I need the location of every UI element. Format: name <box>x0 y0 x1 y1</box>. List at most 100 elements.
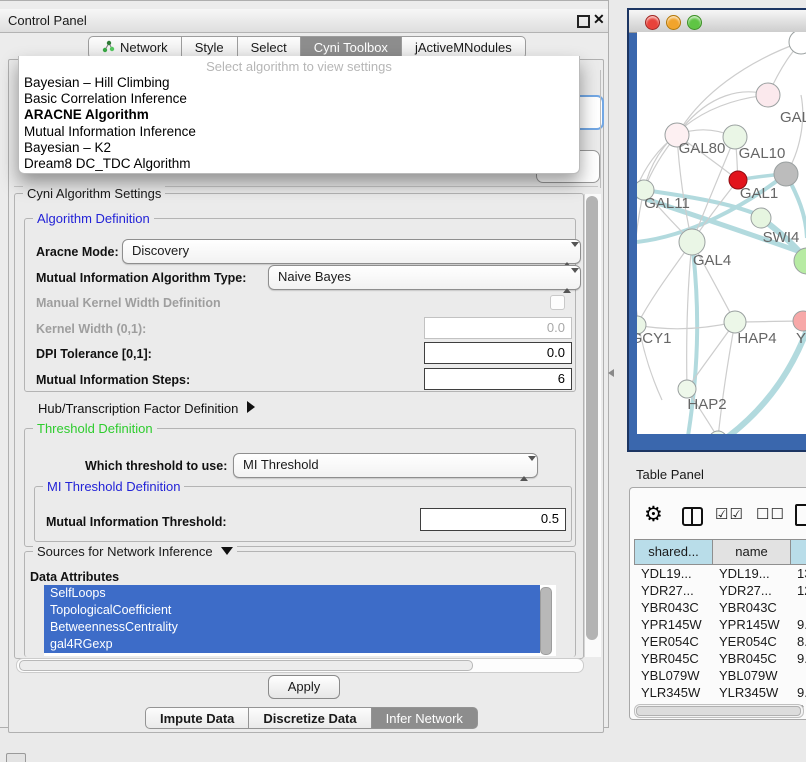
tab-label: Select <box>251 40 287 55</box>
mi-algorithm-type-value: Naive Bayes <box>278 269 351 284</box>
node-salmon[interactable] <box>793 311 806 331</box>
node-label-swi4: SWI4 <box>763 229 800 246</box>
mi-threshold-label: Mutual Information Threshold: <box>46 515 227 529</box>
float-window-icon[interactable] <box>577 15 590 28</box>
minimize-traffic-light-icon[interactable] <box>666 15 681 30</box>
network-canvas[interactable]: GALGAL80GAL10GAL1GAL11SWI4GAL4GCY1HAP4YH… <box>637 32 806 434</box>
attribute-betweennesscentrality[interactable]: BetweennessCentrality <box>44 619 540 636</box>
kernel-width-label: Kernel Width (0,1): <box>36 322 146 336</box>
aracne-mode-label: Aracne Mode: <box>36 245 119 259</box>
expand-right-icon[interactable] <box>247 401 255 413</box>
attribute-gal4rgexp[interactable]: gal4RGexp <box>44 636 540 653</box>
which-threshold-label: Which threshold to use: <box>85 459 227 473</box>
data-attributes-label: Data Attributes <box>30 570 119 584</box>
settings-scrollbar-thumb[interactable] <box>586 196 598 640</box>
dropdown-item-basic-correlation-inference[interactable]: Basic Correlation Inference <box>19 91 579 107</box>
settings-hscrollbar-thumb[interactable] <box>19 660 473 671</box>
dropdown-item-mutual-information-inference[interactable]: Mutual Information Inference <box>19 124 579 140</box>
which-threshold-combo[interactable]: MI Threshold <box>233 453 538 478</box>
apply-button[interactable]: Apply <box>268 675 340 699</box>
zoom-traffic-light-icon[interactable] <box>687 15 702 30</box>
table-cell: YBR045C <box>719 651 777 666</box>
table-row[interactable]: YDL19...YDL19...13 <box>634 565 806 582</box>
table-row[interactable]: YDR27...YDR27...12 <box>634 582 806 599</box>
data-attributes-list[interactable]: SelfLoopsTopologicalCoefficientBetweenne… <box>44 585 556 656</box>
node-label-gcy1: GCY1 <box>637 330 671 347</box>
attribute-list-scrollbar[interactable] <box>540 587 552 655</box>
table-cell: YPR145W <box>719 617 780 632</box>
table-row[interactable]: YER054CYER054C8. <box>634 633 806 650</box>
dropdown-item-bayesian-hill-climbing[interactable]: Bayesian – Hill Climbing <box>19 75 579 91</box>
node-swi4[interactable] <box>751 208 771 228</box>
column-header-shared[interactable]: shared... <box>634 539 712 565</box>
unchecked-boxes-icon[interactable]: ☐☐ <box>756 505 785 523</box>
tab-label: jActiveMNodules <box>415 40 512 55</box>
node-label-gal80: GAL80 <box>679 140 726 157</box>
node-top-partial[interactable] <box>789 32 806 54</box>
hub-factor-label: Hub/Transcription Factor Definition <box>38 401 238 416</box>
tab-impute-data[interactable]: Impute Data <box>145 707 249 729</box>
table-cell: YDL19... <box>641 566 692 581</box>
table-row[interactable]: YLR345WYLR345W9. <box>634 684 806 701</box>
tab-label: Network <box>120 40 168 55</box>
mi-steps-field[interactable]: 6 <box>424 368 572 390</box>
mi-threshold-field[interactable]: 0.5 <box>420 508 566 531</box>
dropdown-item-aracne-algorithm[interactable]: ARACNE Algorithm <box>19 107 579 123</box>
node-bottom-partial[interactable] <box>709 431 727 434</box>
table-cell: YBR043C <box>641 600 699 615</box>
dropdown-item-bayesian-k2[interactable]: Bayesian – K2 <box>19 140 579 156</box>
split-columns-icon[interactable] <box>682 507 703 526</box>
gear-icon[interactable]: ⚙ <box>644 504 663 525</box>
column-header-a[interactable]: A <box>790 539 806 565</box>
tab-infer-network[interactable]: Infer Network <box>372 707 478 729</box>
table-cell: 9. <box>797 685 806 700</box>
algorithm-definition-title: Algorithm Definition <box>33 211 154 226</box>
dropdown-item-dream8-dc-tdc-algorithm[interactable]: Dream8 DC_TDC Algorithm <box>19 156 579 172</box>
node-label-gal11: GAL11 <box>644 195 690 212</box>
dpi-tolerance-field[interactable]: 0.0 <box>424 342 572 364</box>
manual-kernel-width-checkbox[interactable] <box>550 295 565 310</box>
kernel-width-field[interactable]: 0.0 <box>424 317 572 339</box>
column-header-name[interactable]: name <box>712 539 790 565</box>
table-row[interactable]: YBR045CYBR045C9. <box>634 650 806 667</box>
document-icon[interactable] <box>795 504 806 526</box>
table-cell: 9. <box>797 617 806 632</box>
control-panel-titlebar <box>0 9 608 33</box>
panel-splitter-arrow-icon[interactable] <box>608 369 614 377</box>
tab-discretize-data[interactable]: Discretize Data <box>249 707 371 729</box>
attribute-selfloops[interactable]: SelfLoops <box>44 585 540 602</box>
mi-algorithm-type-combo[interactable]: Naive Bayes <box>268 265 581 290</box>
table-cell: YBR043C <box>719 600 777 615</box>
table-cell: YBL079W <box>641 668 700 683</box>
network-graph: GALGAL80GAL10GAL1GAL11SWI4GAL4GCY1HAP4YH… <box>637 32 806 434</box>
table-cell: YBR045C <box>641 651 699 666</box>
hub-factor-section[interactable]: Hub/Transcription Factor Definition <box>38 400 255 418</box>
aracne-mode-value: Discovery <box>132 243 189 258</box>
aracne-mode-combo[interactable]: Discovery <box>122 239 581 264</box>
mi-steps-label: Mutual Information Steps: <box>36 373 190 387</box>
bottom-left-panel-icon[interactable] <box>6 753 26 762</box>
node-label-gal4: GAL4 <box>693 252 731 269</box>
table-row[interactable]: YBR043C YBR043C <box>634 599 806 616</box>
sources-title: Sources for Network Inference <box>33 544 237 559</box>
close-traffic-light-icon[interactable] <box>645 15 660 30</box>
checked-boxes-icon[interactable]: ☑☑ <box>715 505 744 523</box>
table-hscrollbar-thumb[interactable] <box>636 706 801 716</box>
collapse-down-icon[interactable] <box>221 547 233 555</box>
table-row[interactable]: YPR145WYPR145W9. <box>634 616 806 633</box>
table-cell: 12 <box>797 583 806 598</box>
table-cell: 8. <box>797 634 806 649</box>
node-label-hap4: HAP4 <box>737 330 776 347</box>
algorithm-dropdown-popup: Select algorithm to view settings Bayesi… <box>18 56 580 174</box>
tab-label: Cyni Toolbox <box>314 40 388 55</box>
close-icon[interactable]: ✕ <box>593 11 605 28</box>
table-cell: YER054C <box>719 634 777 649</box>
node-gray[interactable] <box>774 162 798 186</box>
node-gal7[interactable] <box>756 83 780 107</box>
table-row[interactable]: YBL079WYBL079W <box>634 667 806 684</box>
attribute-topologicalcoefficient[interactable]: TopologicalCoefficient <box>44 602 540 619</box>
threshold-definition-title: Threshold Definition <box>33 421 157 436</box>
table-panel-title: Table Panel <box>636 467 704 482</box>
tab-label: Style <box>195 40 224 55</box>
node-label-gal1: GAL1 <box>740 185 778 202</box>
